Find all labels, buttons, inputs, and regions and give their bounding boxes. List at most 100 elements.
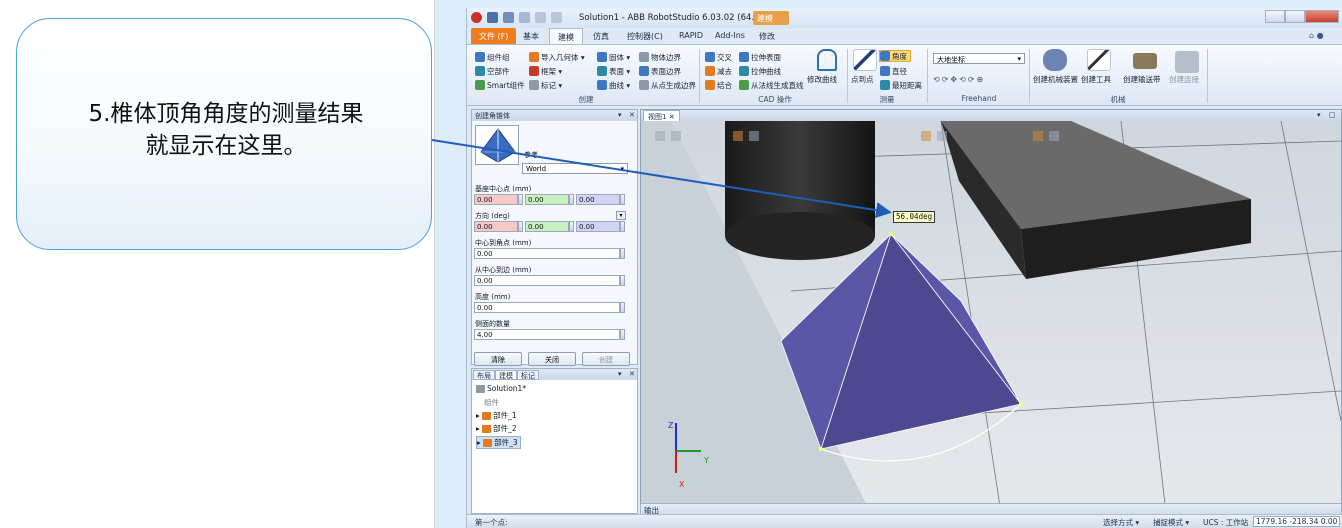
save-icon[interactable] (487, 12, 498, 23)
base-center-z-spinner[interactable] (620, 194, 625, 205)
orientation-z-input[interactable]: 0.00 (576, 221, 620, 232)
import-geometry-button[interactable]: 导入几何体 ▾ (529, 51, 585, 63)
smart-component-button[interactable]: Smart组件 (475, 79, 525, 91)
panel-title: 创建角锥体 (475, 112, 510, 120)
ribbon-separator (1207, 49, 1208, 103)
tab-view-1[interactable]: 视图1 ✕ (643, 110, 680, 121)
panel-close-icon[interactable]: ✕ (629, 111, 635, 119)
snap-mode-dropdown[interactable]: 捕捉模式 ▾ (1153, 517, 1189, 528)
intersect-button[interactable]: 交叉 (705, 51, 732, 63)
scene-canvas[interactable] (641, 121, 1341, 513)
view-maximize-icon[interactable]: □ (1329, 111, 1336, 119)
create-button[interactable]: 创建 (582, 352, 630, 366)
extrude-curve-button[interactable]: 拉伸曲线 (739, 65, 781, 77)
subtract-button[interactable]: 减去 (705, 65, 732, 77)
create-tool-button[interactable]: 创建工具 (1081, 73, 1111, 85)
orientation-y-spinner[interactable] (569, 221, 574, 232)
base-center-y-spinner[interactable] (569, 194, 574, 205)
point-to-point-button[interactable]: 点到点 (851, 73, 874, 85)
component-group-button[interactable]: 组件组 (475, 51, 510, 63)
help-icon[interactable]: ⌂ ● (1309, 31, 1324, 40)
tree-root[interactable]: Solution1* (476, 384, 526, 393)
solid-button[interactable]: 固体 ▾ (597, 51, 630, 63)
reference-frame-select[interactable]: 大地坐标 ▾ (933, 53, 1025, 64)
maximize-button[interactable] (1285, 10, 1305, 23)
minimize-button[interactable] (1265, 10, 1285, 23)
create-conveyor-button[interactable]: 创建输送带 (1123, 73, 1161, 85)
create-connection-icon[interactable] (1175, 51, 1199, 73)
base-center-y-input[interactable]: 0.00 (525, 194, 569, 205)
center-to-edge-input[interactable]: 0.00 (474, 275, 620, 286)
surface-button[interactable]: 表面 ▾ (597, 65, 630, 77)
tree-item-part-3[interactable]: ▸ 部件_3 (476, 436, 521, 449)
sides-spinner[interactable] (620, 329, 625, 340)
union-button[interactable]: 结合 (705, 79, 732, 91)
tab-home[interactable]: 基本 (515, 28, 547, 44)
angle-button[interactable]: 角度 (879, 50, 911, 62)
tab-tags[interactable]: 标记 (517, 370, 539, 380)
tag-button[interactable]: 标记 ▾ (529, 79, 562, 91)
view-dropdown-icon[interactable]: ▾ (1317, 111, 1321, 119)
diameter-button[interactable]: 直径 (880, 65, 907, 77)
undo-icon[interactable] (503, 12, 514, 23)
border-from-points-button[interactable]: 从点生成边界 (639, 79, 696, 91)
base-center-x-spinner[interactable] (518, 194, 523, 205)
modify-curve-icon[interactable] (817, 49, 837, 71)
create-tool-icon[interactable] (1087, 49, 1111, 71)
extrude-surface-button[interactable]: 拉伸表面 (739, 51, 781, 63)
ucs-status: UCS : 工作站 (1203, 518, 1249, 527)
close-panel-button[interactable]: 关闭 (528, 352, 576, 366)
tab-layout[interactable]: 布局 (473, 370, 495, 380)
customize-quick-access-icon[interactable] (551, 12, 562, 23)
center-to-edge-spinner[interactable] (620, 275, 625, 286)
create-mechanism-icon[interactable] (1043, 49, 1067, 71)
create-mechanism-button[interactable]: 创建机械装置 (1033, 73, 1078, 85)
orientation-dropdown-icon[interactable]: ▾ (616, 211, 626, 220)
center-to-corner-input[interactable]: 0.00 (474, 248, 620, 259)
tab-modeling-tree[interactable]: 建模 (495, 370, 517, 380)
minimum-distance-button[interactable]: 最短距离 (880, 79, 922, 91)
orientation-y-input[interactable]: 0.00 (525, 221, 569, 232)
base-center-x-input[interactable]: 0.00 (474, 194, 518, 205)
orientation-x-input[interactable]: 0.00 (474, 221, 518, 232)
modify-curve-button[interactable]: 修改曲线 (807, 73, 837, 85)
base-center-z-input[interactable]: 0.00 (576, 194, 620, 205)
create-connection-button[interactable]: 创建连接 (1169, 73, 1199, 85)
tree-item-part-1[interactable]: ▸ 部件_1 (476, 410, 517, 421)
orientation-z-spinner[interactable] (620, 221, 625, 232)
tab-controller[interactable]: 控制器(C) (619, 28, 671, 44)
height-input[interactable]: 0.00 (474, 302, 620, 313)
orientation-x-spinner[interactable] (518, 221, 523, 232)
select-mode-dropdown[interactable]: 选择方式 ▾ (1103, 517, 1139, 528)
curve-button[interactable]: 曲线 ▾ (597, 79, 630, 91)
tab-rapid[interactable]: RAPID (671, 28, 711, 44)
reference-select[interactable]: World ▾ (522, 163, 628, 174)
tab-simulation[interactable]: 仿真 (585, 28, 617, 44)
create-conveyor-icon[interactable] (1133, 53, 1157, 69)
tab-addins[interactable]: Add-Ins (707, 28, 753, 44)
tab-modify[interactable]: 修改 (751, 28, 783, 44)
tab-file[interactable]: 文件 (F) (471, 28, 517, 44)
app-logo-icon[interactable] (471, 12, 482, 23)
clear-button[interactable]: 清除 (474, 352, 522, 366)
close-button[interactable] (1305, 10, 1339, 23)
panel-pin-icon[interactable]: ▾ (618, 111, 622, 119)
tree-pin-icon[interactable]: ▾ (618, 370, 622, 378)
group-label-mechanism: 机械 (1110, 95, 1126, 104)
frame-button[interactable]: 框架 ▾ (529, 65, 562, 77)
tree-close-icon[interactable]: ✕ (629, 370, 635, 378)
body-border-button[interactable]: 物体边界 (639, 51, 681, 63)
surface-border-button[interactable]: 表面边界 (639, 65, 681, 77)
view-3d[interactable]: 视图1 ✕ ▾ □ Z Y X 56.04deg (640, 109, 1342, 513)
redo-icon[interactable] (519, 12, 530, 23)
height-spinner[interactable] (620, 302, 625, 313)
point-to-point-icon[interactable] (853, 49, 877, 71)
tree-item-part-2[interactable]: ▸ 部件_2 (476, 423, 517, 434)
quick-access-icon[interactable] (535, 12, 546, 23)
freehand-tools[interactable]: ⟲⟳✥⟲⟳⊕ (933, 75, 1029, 87)
empty-part-button[interactable]: 空部件 (475, 65, 510, 77)
line-from-normal-button[interactable]: 从法线生成直线 (739, 79, 804, 91)
center-to-corner-spinner[interactable] (620, 248, 625, 259)
sides-input[interactable]: 4.00 (474, 329, 620, 340)
tab-modeling[interactable]: 建模 (549, 28, 583, 44)
